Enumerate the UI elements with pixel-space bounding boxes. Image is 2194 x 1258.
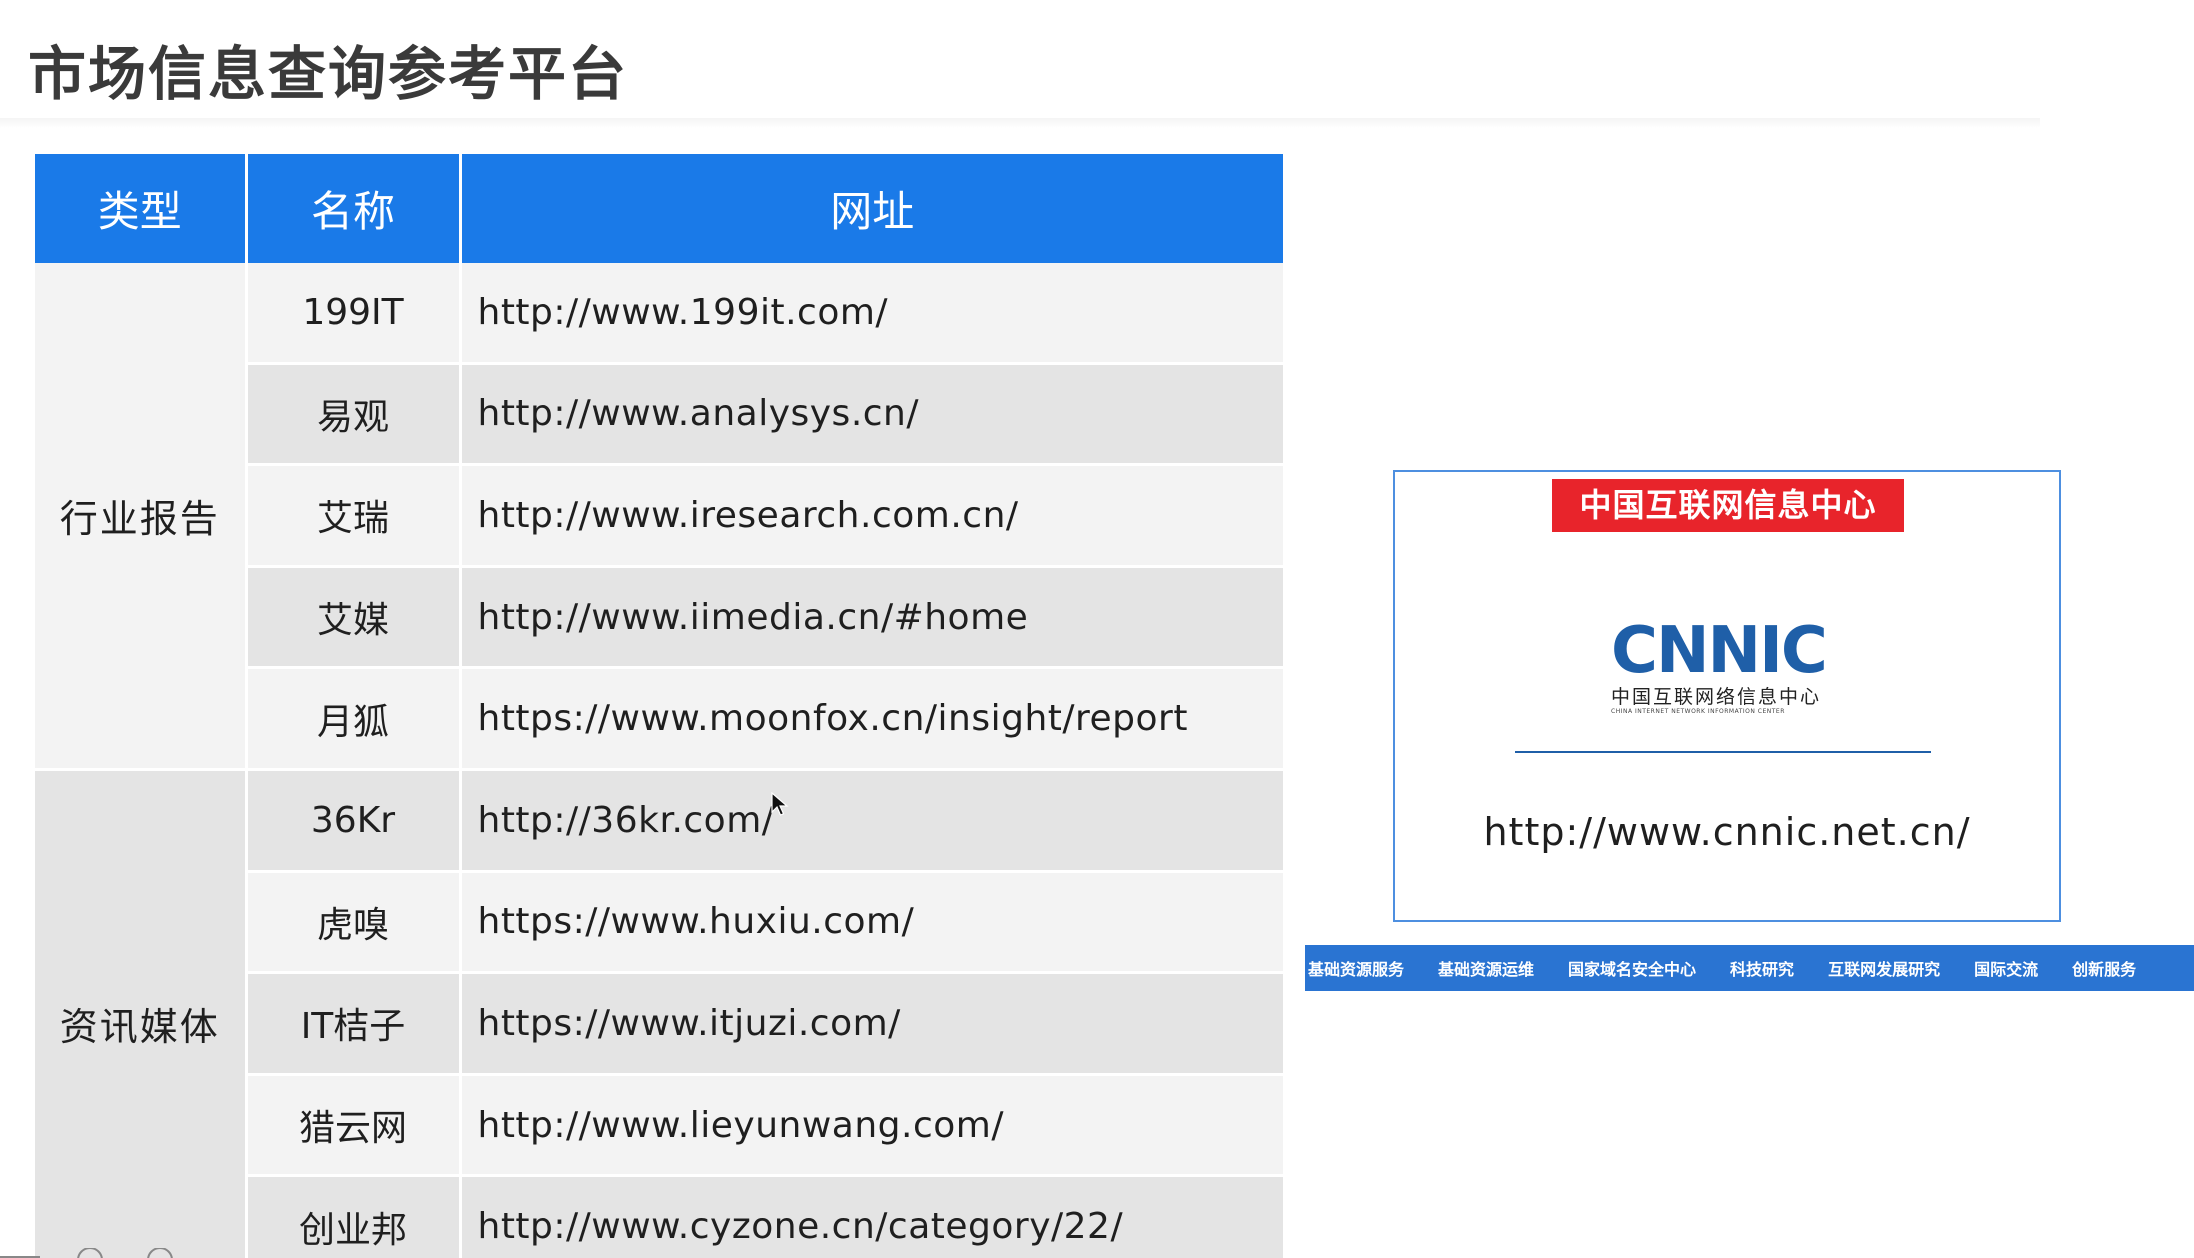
name-cell: 创业邦 bbox=[246, 1175, 462, 1258]
name-cell: 月狐 bbox=[246, 667, 462, 771]
url-link[interactable]: https://www.itjuzi.com/ bbox=[460, 972, 1283, 1076]
nav-item[interactable]: 互联网发展研究 bbox=[1828, 956, 1940, 980]
header-url: 网址 bbox=[460, 154, 1283, 263]
page-title: 市场信息查询参考平台 bbox=[28, 40, 629, 108]
nav-item[interactable]: 创新服务 bbox=[2072, 956, 2136, 980]
cnnic-card: 中国互联网信息中心 CNNIC 中国互联网络信息中心 CHINA INTERNE… bbox=[1393, 470, 2061, 922]
mouse-cursor-icon bbox=[771, 792, 789, 816]
name-cell: 猎云网 bbox=[246, 1074, 462, 1178]
url-link[interactable]: http://www.199it.com/ bbox=[460, 263, 1283, 365]
name-cell: 虎嗅 bbox=[246, 871, 462, 975]
nav-item[interactable]: 科技研究 bbox=[1730, 956, 1794, 980]
cnnic-logo-english-name: CHINA INTERNET NETWORK INFORMATION CENTE… bbox=[1611, 708, 1785, 715]
nav-item[interactable]: 基础资源服务 bbox=[1308, 956, 1404, 980]
header-name: 名称 bbox=[246, 154, 462, 263]
cnnic-nav-bar: 基础资源服务 基础资源运维 国家域名安全中心 科技研究 互联网发展研究 国际交流… bbox=[1305, 945, 2194, 991]
url-link[interactable]: http://www.lieyunwang.com/ bbox=[460, 1074, 1283, 1178]
table-row: 行业报告 199IT http://www.199it.com/ bbox=[35, 263, 1283, 771]
name-cell: 易观 bbox=[246, 363, 462, 467]
table-header-row: 类型 名称 网址 bbox=[35, 154, 1283, 263]
cnnic-banner: 中国互联网信息中心 bbox=[1552, 479, 1904, 532]
url-link[interactable]: http://www.iresearch.com.cn/ bbox=[460, 464, 1283, 568]
nav-item[interactable]: 国际交流 bbox=[1974, 956, 2038, 980]
header-type: 类型 bbox=[35, 154, 248, 263]
url-link[interactable]: http://www.analysys.cn/ bbox=[460, 363, 1283, 467]
table-row: 资讯媒体 36Kr http://36kr.com/ bbox=[35, 769, 1283, 1258]
bottom-decoration bbox=[0, 1248, 173, 1258]
name-cell: 199IT bbox=[246, 263, 462, 365]
name-cell: IT桔子 bbox=[246, 972, 462, 1076]
cnnic-logo-wordmark: CNNIC bbox=[1611, 614, 1828, 688]
url-link[interactable]: http://www.iimedia.cn/#home bbox=[460, 566, 1283, 670]
name-cell: 艾瑞 bbox=[246, 464, 462, 568]
title-divider bbox=[0, 118, 2040, 128]
url-link[interactable]: https://www.huxiu.com/ bbox=[460, 871, 1283, 975]
url-link[interactable]: http://36kr.com/ bbox=[460, 769, 1283, 873]
cnnic-logo-chinese-name: 中国互联网络信息中心 bbox=[1611, 686, 1822, 708]
nav-item[interactable]: 国家域名安全中心 bbox=[1568, 956, 1696, 980]
type-cell-industry-report: 行业报告 bbox=[35, 263, 248, 771]
name-cell: 艾媒 bbox=[246, 566, 462, 670]
name-cell: 36Kr bbox=[246, 769, 462, 873]
nav-item[interactable]: 基础资源运维 bbox=[1438, 956, 1534, 980]
url-link[interactable]: http://www.cyzone.cn/category/22/ bbox=[460, 1175, 1283, 1258]
reference-table: 类型 名称 网址 行业报告 199IT http://www.199it.com… bbox=[35, 154, 1283, 1258]
url-link[interactable]: https://www.moonfox.cn/insight/report bbox=[460, 667, 1283, 771]
type-cell-news-media: 资讯媒体 bbox=[35, 769, 248, 1258]
cnnic-logo: CNNIC 中国互联网络信息中心 CHINA INTERNET NETWORK … bbox=[1611, 614, 1845, 720]
cnnic-url-link[interactable]: http://www.cnnic.net.cn/ bbox=[1395, 810, 2059, 854]
cnnic-divider bbox=[1515, 751, 1931, 753]
